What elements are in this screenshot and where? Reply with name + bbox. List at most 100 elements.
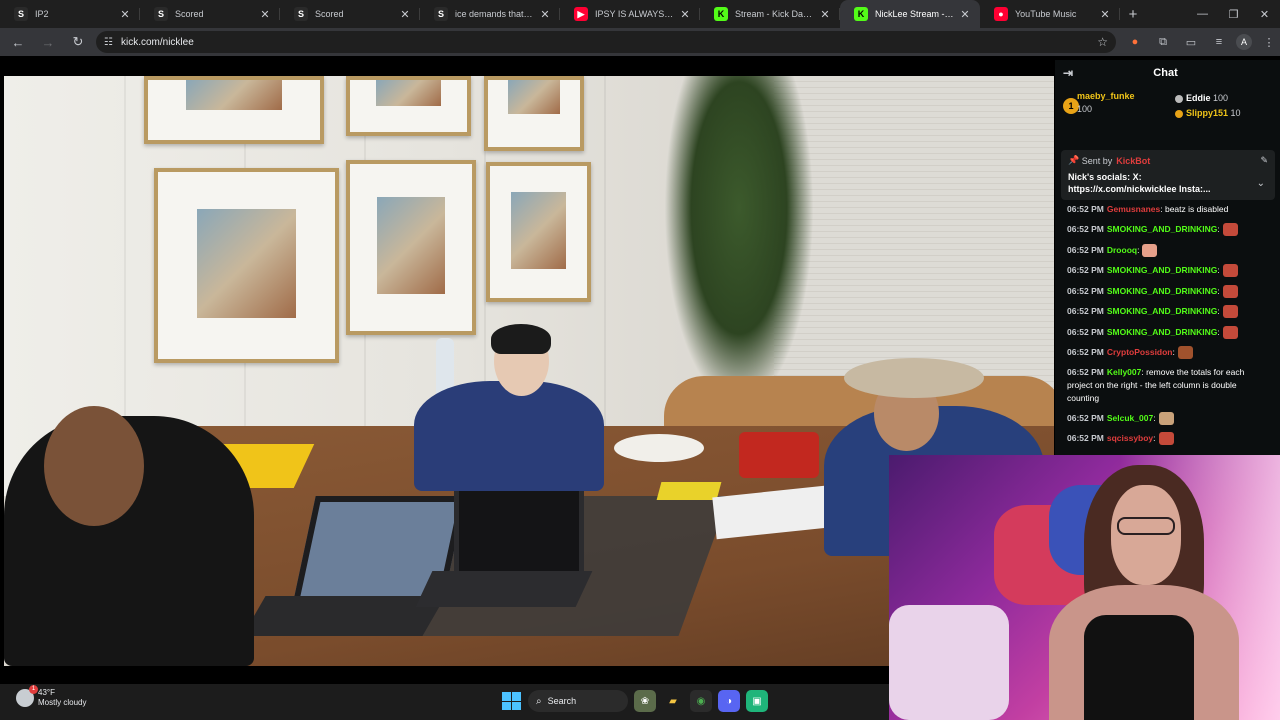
other-gifters[interactable]: Eddie 100 Slippy151 10 <box>1175 91 1241 121</box>
file-explorer-icon[interactable]: ▰ <box>662 690 684 712</box>
notification-badge: 1 <box>29 685 38 694</box>
gifter-count: 100 <box>1077 104 1093 114</box>
red-box <box>739 432 819 478</box>
message-username[interactable]: SMOKING_AND_DRINKING <box>1107 306 1218 316</box>
back-arrow-icon[interactable]: ← <box>6 30 30 54</box>
framed-artwork <box>346 76 471 136</box>
weather-widget[interactable]: 1 43°F Mostly cloudy <box>16 685 86 708</box>
new-tab-button[interactable]: + <box>1120 6 1146 23</box>
person-left-head <box>44 406 144 526</box>
chat-message[interactable]: 06:52 PM SMOKING_AND_DRINKING: <box>1067 219 1268 240</box>
chat-message[interactable]: 06:52 PM SMOKING_AND_DRINKING: <box>1067 301 1268 322</box>
pin-small-icon: 📌 <box>1068 155 1080 165</box>
message-username[interactable]: SMOKING_AND_DRINKING <box>1107 265 1218 275</box>
message-text: : <box>1217 306 1220 316</box>
emote-icon <box>1222 223 1238 237</box>
browser-tab[interactable]: K NickLee Stream - Wat ✕ <box>840 0 980 28</box>
extension-fox-icon[interactable]: ● <box>1124 31 1146 53</box>
extensions-area: ● ⧉ ▭ ≡ A ⋮ <box>1124 31 1280 53</box>
message-username[interactable]: Kelly007 <box>1107 367 1142 377</box>
browser-tab[interactable]: ▶ IPSY IS ALWAYS A LITTLE S ✕ <box>560 0 700 28</box>
search-icon: ⌕ <box>536 695 542 707</box>
reload-icon[interactable]: ↻ <box>66 30 90 54</box>
message-username[interactable]: Gemusnanes <box>1107 204 1160 214</box>
tab-title: IPSY IS ALWAYS A LITTLE S <box>595 9 674 19</box>
close-tab-icon[interactable]: ✕ <box>118 8 132 21</box>
close-tab-icon[interactable]: ✕ <box>398 8 412 21</box>
restore-icon[interactable]: ❐ <box>1218 0 1249 28</box>
chat-message[interactable]: 06:52 PM sqcissyboy: <box>1067 428 1268 449</box>
reading-list-icon[interactable]: ≡ <box>1208 31 1230 53</box>
taskbar-search[interactable]: ⌕ Search <box>528 690 628 712</box>
collapse-chat-icon[interactable]: ⇥ <box>1063 66 1073 80</box>
pinned-message[interactable]: 📌 Sent by KickBot ✎ Nick's socials: X: h… <box>1061 150 1275 200</box>
app-green-icon[interactable]: ▣ <box>746 690 768 712</box>
message-username[interactable]: SMOKING_AND_DRINKING <box>1107 327 1218 337</box>
chevron-down-icon[interactable]: ⌄ <box>1257 178 1265 189</box>
chat-message[interactable]: 06:52 PM CryptoPossidon: <box>1067 342 1268 363</box>
message-timestamp: 06:52 PM <box>1067 265 1104 275</box>
widgets-icon[interactable]: ❀ <box>634 690 656 712</box>
url-text[interactable]: kick.com/nicklee <box>121 37 1097 48</box>
close-tab-icon[interactable]: ✕ <box>958 8 972 21</box>
browser-tab[interactable]: S IP2 ✕ <box>0 0 140 28</box>
minimize-icon[interactable]: — <box>1187 0 1218 28</box>
message-username[interactable]: SMOKING_AND_DRINKING <box>1107 224 1218 234</box>
potted-plant <box>664 76 814 406</box>
browser-tab[interactable]: S Scored ✕ <box>140 0 280 28</box>
gifter-name: Slippy151 <box>1186 108 1229 118</box>
message-username[interactable]: CryptoPossidon <box>1107 347 1173 357</box>
chrome-icon[interactable]: ◉ <box>690 690 712 712</box>
close-tab-icon[interactable]: ✕ <box>538 8 552 21</box>
chat-message[interactable]: 06:52 PM Kelly007: remove the totals for … <box>1067 363 1268 408</box>
bookmark-star-icon[interactable]: ☆ <box>1097 35 1108 49</box>
profile-avatar[interactable]: A <box>1236 34 1252 50</box>
media-control-icon[interactable]: ▭ <box>1180 31 1202 53</box>
pinned-message-text[interactable]: Nick's socials: X: https://x.com/nickwic… <box>1068 171 1268 195</box>
emote-icon <box>1142 243 1158 257</box>
site-info-icon[interactable]: ☷ <box>104 37 113 48</box>
message-username[interactable]: Selcuk_007 <box>1107 413 1153 423</box>
chat-message[interactable]: 06:52 PM Gemusnanes: beatz is disabled <box>1067 200 1268 219</box>
chat-message[interactable]: 06:52 PM SMOKING_AND_DRINKING: <box>1067 322 1268 343</box>
glasses <box>1117 517 1175 535</box>
discord-icon[interactable]: ◑ <box>718 690 740 712</box>
tab-title: Scored <box>175 9 204 19</box>
message-username[interactable]: Droooq <box>1107 245 1137 255</box>
browser-tab[interactable]: S Scored ✕ <box>280 0 420 28</box>
close-tab-icon[interactable]: ✕ <box>818 8 832 21</box>
close-tab-icon[interactable]: ✕ <box>258 8 272 21</box>
browser-tab[interactable]: K Stream - Kick Dashboard ✕ <box>700 0 840 28</box>
close-tab-icon[interactable]: ✕ <box>1098 8 1112 21</box>
chat-message[interactable]: 06:52 PM SMOKING_AND_DRINKING: <box>1067 260 1268 281</box>
close-window-icon[interactable]: ✕ <box>1249 0 1280 28</box>
chat-message[interactable]: 06:52 PM Droooq: <box>1067 240 1268 261</box>
emote-icon <box>1222 305 1238 319</box>
message-timestamp: 06:52 PM <box>1067 412 1104 423</box>
unpin-icon[interactable]: ✎ <box>1260 155 1268 166</box>
gifter-count: 10 <box>1230 108 1241 118</box>
browser-tab[interactable]: Sice demands that cj read a ✕ <box>420 0 560 28</box>
address-bar[interactable]: ☷ kick.com/nicklee ☆ <box>96 31 1116 53</box>
top-gifters-leaderboard: 1 maeby_funke 100 Eddie 100 Slippy151 10 <box>1055 86 1280 140</box>
top-gifter[interactable]: maeby_funke 100 <box>1077 91 1135 114</box>
message-username[interactable]: SMOKING_AND_DRINKING <box>1107 286 1218 296</box>
browser-menu-icon[interactable]: ⋮ <box>1258 31 1280 53</box>
tab-favicon-icon: S <box>294 7 308 21</box>
windows-start-icon[interactable] <box>500 690 522 712</box>
tab-favicon-icon: S <box>154 7 168 21</box>
weather-temp: 43°F <box>38 688 55 697</box>
extensions-puzzle-icon[interactable]: ⧉ <box>1152 31 1174 53</box>
chat-message[interactable]: 06:52 PM Selcuk_007: <box>1067 408 1268 429</box>
emote-icon <box>1158 432 1174 446</box>
framed-artwork <box>154 168 339 363</box>
emote-icon <box>1222 264 1238 278</box>
browser-tab[interactable]: ● YouTube Music ✕ <box>980 0 1120 28</box>
tab-title: NickLee Stream - Wat <box>875 9 954 19</box>
browser-tab-strip: S IP2 ✕ S Scored ✕ S Scored ✕ Sice demands that c… <box>0 0 1280 28</box>
message-username[interactable]: sqcissyboy <box>1107 433 1153 443</box>
forward-arrow-icon[interactable]: → <box>36 30 60 54</box>
chat-message[interactable]: 06:52 PM SMOKING_AND_DRINKING: <box>1067 281 1268 302</box>
framed-artwork <box>486 162 591 302</box>
close-tab-icon[interactable]: ✕ <box>678 8 692 21</box>
